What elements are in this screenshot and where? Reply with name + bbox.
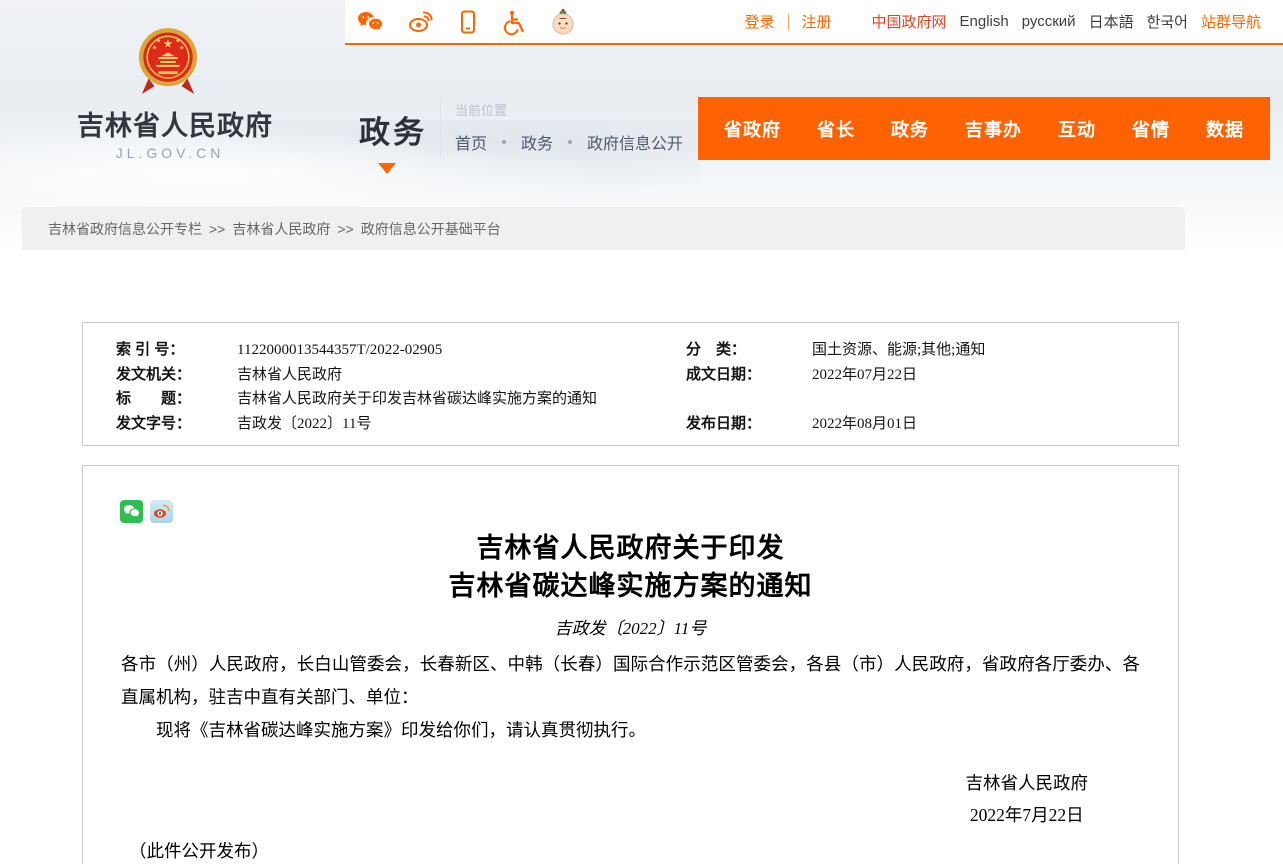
meta-label-empty — [686, 387, 812, 412]
nav-item-provincial-gov[interactable]: 省政府 — [724, 116, 781, 142]
meta-label-issuing-org: 发文机关： — [116, 363, 237, 388]
meta-label-publish-date: 发布日期： — [686, 412, 812, 437]
national-emblem-icon: ★ ★ ★ ★ ★ — [137, 24, 199, 100]
weibo-share-icon[interactable] — [150, 500, 173, 523]
document-paragraph-directive: 现将《吉林省碳达峰实施方案》印发给你们，请认真贯彻执行。 — [121, 714, 1140, 747]
meta-value-title: 吉林省人民政府关于印发吉林省碳达峰实施方案的通知 — [237, 387, 686, 412]
nav-item-interaction[interactable]: 互动 — [1058, 116, 1096, 142]
topbar-links: 登录 注册 中国政府网 English русский 日本語 한국어 站群导航 — [744, 11, 1283, 32]
vertical-divider — [440, 99, 441, 157]
svg-text:★: ★ — [175, 38, 180, 45]
document-paragraph-recipients: 各市（州）人民政府，长白山管委会，长春新区、中韩（长春）国际合作示范区管委会，各… — [121, 648, 1140, 714]
site-domain: JL.GOV.CN — [77, 145, 263, 161]
breadcrumb-info-disclosure[interactable]: 政府信息公开 — [587, 130, 683, 154]
meta-label-written-date: 成文日期： — [686, 363, 812, 388]
document-title-line1: 吉林省人民政府关于印发 — [83, 529, 1178, 567]
current-location-label: 当前位置 — [455, 100, 683, 119]
register-link[interactable]: 注册 — [802, 11, 832, 32]
breadcrumb-separator-dot — [568, 140, 572, 144]
meta-label-index-no: 索 引 号： — [116, 338, 237, 363]
signature-block: 吉林省人民政府 2022年7月22日 — [966, 767, 1089, 831]
wechat-icon[interactable] — [355, 9, 385, 35]
meta-value-doc-no: 吉政发〔2022〕11号 — [237, 412, 686, 437]
section-arrow-icon — [378, 163, 396, 174]
wechat-share-icon[interactable] — [120, 500, 143, 523]
meta-grid: 索 引 号： 1122000013544357T/2022-02905 分 类：… — [116, 338, 1178, 436]
accessibility-icon[interactable] — [501, 9, 527, 35]
meta-label-category: 分 类： — [686, 338, 812, 363]
meta-label-doc-no: 发文字号： — [116, 412, 237, 437]
meta-value-index-no: 1122000013544357T/2022-02905 — [237, 338, 686, 363]
path-segment-gov[interactable]: 吉林省人民政府 — [232, 219, 330, 239]
path-separator: >> — [209, 221, 225, 237]
share-row — [120, 500, 1178, 523]
login-register-divider — [788, 14, 789, 30]
nav-item-data[interactable]: 数据 — [1206, 116, 1244, 142]
breadcrumb-zhengwu[interactable]: 政务 — [521, 130, 553, 154]
nav-item-governor[interactable]: 省长 — [817, 116, 855, 142]
meta-value-publish-date: 2022年08月01日 — [812, 412, 1178, 437]
topbar: 登录 注册 中国政府网 English русский 日本語 한국어 站群导航 — [345, 0, 1283, 45]
breadcrumb-separator-dot — [502, 140, 506, 144]
site-group-nav-link[interactable]: 站群导航 — [1201, 11, 1261, 32]
china-gov-link[interactable]: 中国政府网 — [872, 11, 947, 32]
topbar-icons — [355, 7, 577, 37]
mascot-icon[interactable] — [549, 7, 577, 37]
mobile-icon[interactable] — [457, 9, 479, 35]
svg-text:★: ★ — [152, 44, 157, 51]
lang-link-korean[interactable]: 한국어 — [1147, 11, 1188, 32]
svg-text:★: ★ — [179, 44, 184, 51]
signature-date: 2022年7月22日 — [966, 799, 1089, 831]
breadcrumb: 当前位置 首页 政务 政府信息公开 — [455, 100, 683, 154]
path-bar: 吉林省政府信息公开专栏 >> 吉林省人民政府 >> 政府信息公开基础平台 — [22, 207, 1185, 250]
lang-link-russian[interactable]: русский — [1022, 13, 1076, 30]
meta-value-written-date: 2022年07月22日 — [812, 363, 1178, 388]
breadcrumb-home[interactable]: 首页 — [455, 130, 487, 154]
primary-nav: 省政府 省长 政务 吉事办 互动 省情 数据 — [698, 97, 1270, 160]
document-title-line2: 吉林省碳达峰实施方案的通知 — [83, 567, 1178, 605]
document-meta-box: 索 引 号： 1122000013544357T/2022-02905 分 类：… — [82, 322, 1179, 446]
meta-value-category: 国土资源、能源;其他;通知 — [812, 338, 1178, 363]
weibo-icon[interactable] — [407, 9, 435, 35]
page: ★ ★ ★ ★ ★ 吉林省人民政府 JL.GOV.CN — [0, 0, 1283, 864]
path-segment-column[interactable]: 吉林省政府信息公开专栏 — [48, 219, 202, 239]
meta-label-title: 标 题： — [116, 387, 237, 412]
path-separator: >> — [337, 221, 353, 237]
document-content-box: 吉林省人民政府关于印发 吉林省碳达峰实施方案的通知 吉政发〔2022〕11号 各… — [82, 465, 1179, 864]
national-emblem: ★ ★ ★ ★ ★ — [137, 24, 199, 105]
document-number: 吉政发〔2022〕11号 — [83, 614, 1178, 639]
public-release-note: （此件公开发布） — [129, 838, 1178, 863]
document-body: 各市（州）人民政府，长白山管委会，长春新区、中韩（长春）国际合作示范区管委会，各… — [83, 648, 1178, 747]
nav-item-province-info[interactable]: 省情 — [1132, 116, 1170, 142]
meta-value-issuing-org: 吉林省人民政府 — [237, 363, 686, 388]
lang-link-japanese[interactable]: 日本語 — [1089, 11, 1134, 32]
meta-value-empty — [812, 387, 1178, 412]
path-segment-platform[interactable]: 政府信息公开基础平台 — [361, 219, 501, 239]
lang-link-english[interactable]: English — [960, 13, 1009, 30]
svg-text:★: ★ — [156, 38, 161, 45]
section-title: 政务 — [359, 107, 427, 152]
login-link[interactable]: 登录 — [744, 11, 774, 32]
nav-item-jishiban[interactable]: 吉事办 — [965, 116, 1022, 142]
nav-item-zhengwu[interactable]: 政务 — [891, 116, 929, 142]
signature-org: 吉林省人民政府 — [966, 767, 1089, 799]
svg-text:★: ★ — [163, 37, 173, 50]
site-name: 吉林省人民政府 — [77, 104, 263, 143]
